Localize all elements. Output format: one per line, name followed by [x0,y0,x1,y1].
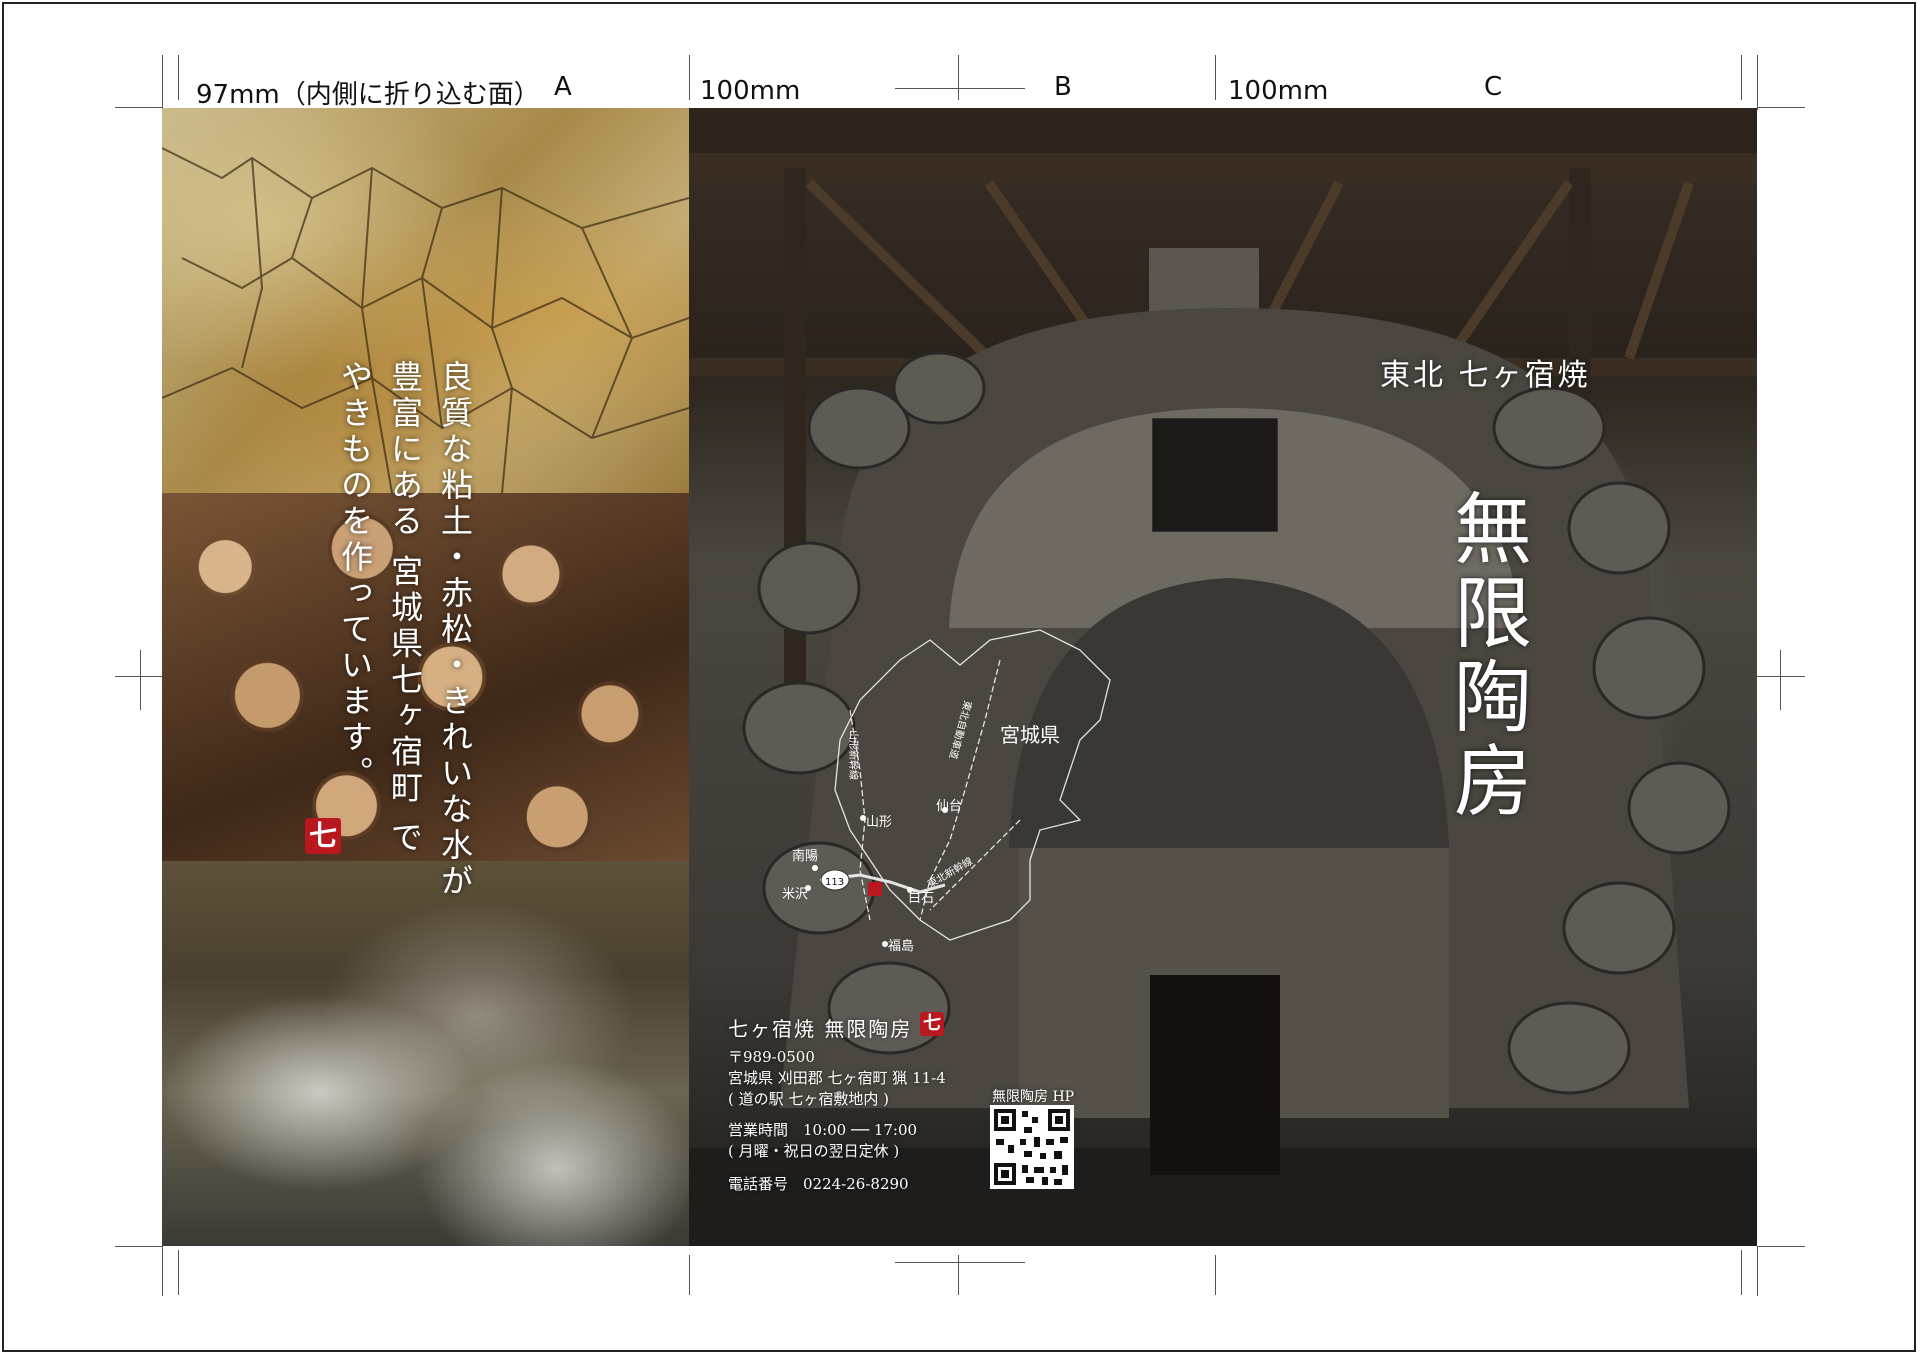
center-mark [958,1255,959,1295]
shichi-logo: 七 [305,818,341,854]
postal-code: 〒989-0500 [728,1048,815,1066]
tagline-line-1: 良質な粘土・赤松・きれいな水が [436,360,474,900]
phone-number: 電話番号 0224-26-8290 [728,1175,909,1193]
kiln-firebox-opening [1150,975,1280,1175]
panel-c-letter: C [1484,72,1503,102]
panel-a-width-label: 97mm（内側に折り込む面） [196,80,540,110]
panel-b-letter: B [1054,72,1072,102]
panel-c-width-label: 100mm [1228,76,1329,106]
address: 宮城県 刈田郡 七ヶ宿町 猟 11-4 [728,1069,946,1087]
business-hours: 営業時間 10:00 ── 17:00 [728,1121,918,1139]
tagline-line-3: やきものを作っています。 [336,360,374,792]
side-mark [115,676,163,677]
river-water-photo [162,861,689,1246]
crop-mark [1757,107,1805,108]
fold-mark [689,55,690,100]
map-route-tohoku-expressway: 東北自動車道 [947,699,975,760]
access-map: 宮城県 山形 仙台 南陽 米沢 白石 福島 山形新幹線 東北自動車道 東北新幹線… [782,629,1111,954]
route-number: 113 [825,877,844,888]
fold-mark [1215,55,1216,100]
center-mark [895,1262,1025,1263]
crop-mark [178,1250,179,1295]
crop-mark [1741,55,1742,100]
crop-mark [1757,1246,1805,1247]
center-mark [958,55,959,100]
crop-mark [178,55,179,100]
tohoku-shinkansen [929,819,1021,911]
crop-mark [1741,1250,1742,1295]
map-city-yonezawa: 米沢 [782,887,808,902]
qr-label: 無限陶房 HP [992,1089,1075,1105]
crop-mark [162,1246,163,1296]
fold-mark [1215,1255,1216,1295]
qr-code-pattern [994,1109,1070,1185]
map-city-shiroishi: 白石 [908,890,934,906]
cover-subtitle: 東北 七ヶ宿焼 [1380,358,1591,393]
qr-code[interactable] [990,1105,1074,1189]
closed-days: ( 月曜・祝日の翌日定休 ) [728,1142,900,1160]
crop-mark [162,55,163,110]
crop-mark [1757,55,1758,110]
center-mark [895,88,1025,89]
map-city-sendai: 仙台 [936,799,962,814]
kiln-hanging-box [1152,418,1278,532]
fold-mark [689,1255,690,1295]
map-city-fukushima: 福島 [888,939,914,954]
tagline-line-2: 豊富にある 宮城県七ヶ宿町 で [386,360,424,857]
cover-title: 無限陶房 [1441,488,1531,824]
side-mark [1757,676,1805,677]
panel-a-letter: A [554,72,572,102]
crop-mark [115,107,163,108]
map-route-yamagata-shinkansen: 山形新幹線 [847,730,860,780]
shichi-logo-small: 七 [920,1012,944,1036]
crop-mark [1757,1246,1758,1296]
panel-b-width-label: 100mm [700,76,801,106]
map-city-nanyo: 南陽 [792,848,818,864]
crop-mark [115,1246,163,1247]
shop-location-marker [868,882,882,896]
shop-name: 七ヶ宿焼 無限陶房 [728,1017,913,1041]
address-note: ( 道の駅 七ヶ宿敷地内 ) [728,1090,890,1108]
side-mark [140,650,141,710]
map-prefecture-label: 宮城県 [1000,723,1060,747]
map-city-yamagata: 山形 [866,815,892,830]
side-mark [1780,650,1781,710]
